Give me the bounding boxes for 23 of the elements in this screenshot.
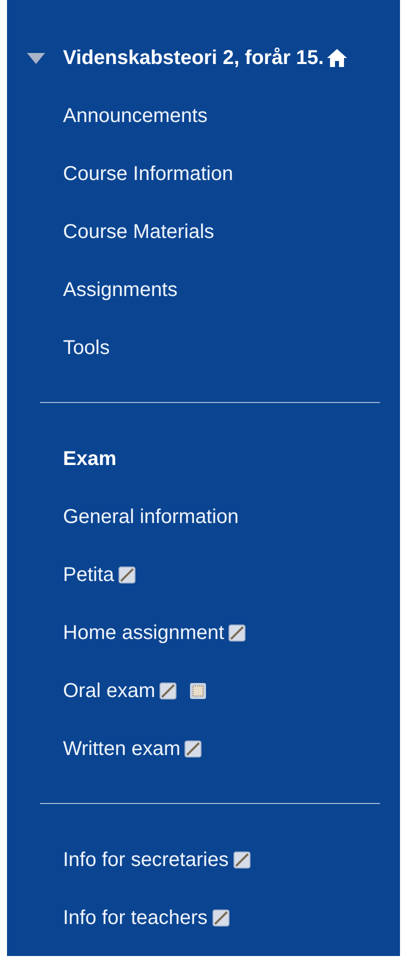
section-heading: Exam xyxy=(63,448,116,470)
menu-link[interactable]: Tools xyxy=(63,336,110,360)
menu-link[interactable]: Info for teachers xyxy=(63,906,208,930)
hidden-status-icon xyxy=(212,909,230,927)
menu-link[interactable]: Info for secretaries xyxy=(63,848,229,872)
home-icon xyxy=(326,48,348,68)
menu-link[interactable]: Home assignment xyxy=(63,622,224,644)
menu-link[interactable]: Announcements xyxy=(63,104,208,128)
hidden-status-icon xyxy=(118,566,136,584)
menu-link[interactable]: General information xyxy=(63,506,239,528)
menu-link[interactable]: Course Materials xyxy=(63,220,214,244)
hidden-status-icon xyxy=(184,740,202,758)
collapse-triangle-icon[interactable] xyxy=(27,52,45,64)
dotted-square-icon xyxy=(189,682,208,700)
menu-link[interactable]: Assignments xyxy=(63,278,178,302)
menu-link[interactable]: Petita xyxy=(63,564,114,586)
course-title-link[interactable]: Videnskabsteori 2, forår 15. xyxy=(63,46,324,70)
hidden-status-icon xyxy=(228,624,246,642)
menu-link[interactable]: Written exam xyxy=(63,738,180,760)
hidden-status-icon xyxy=(159,682,178,700)
hidden-status-icon xyxy=(232,851,251,869)
menu-link[interactable]: Course Information xyxy=(63,162,234,186)
menu-link[interactable]: Oral exam xyxy=(63,680,156,702)
